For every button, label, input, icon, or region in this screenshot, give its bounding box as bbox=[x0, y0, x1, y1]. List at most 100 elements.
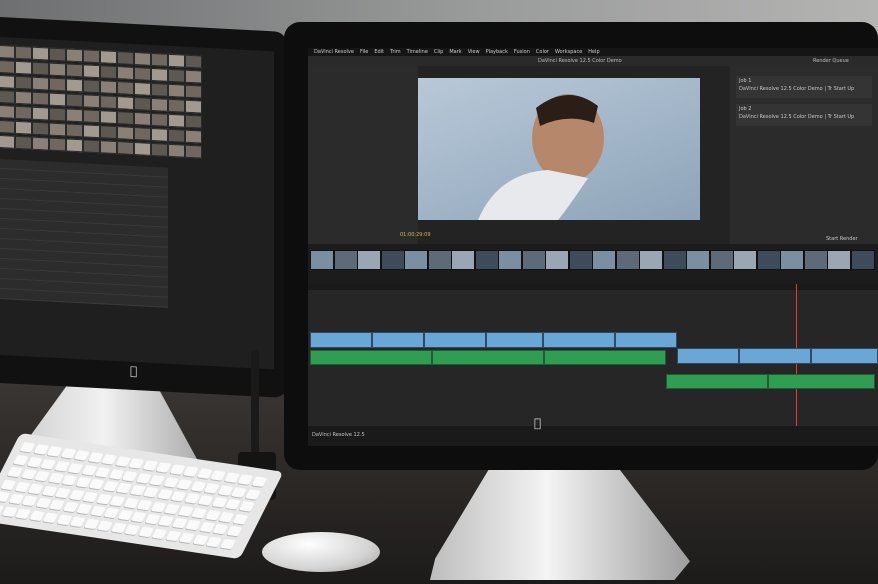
keyboard-key[interactable] bbox=[143, 486, 159, 498]
timeline-thumbnail[interactable] bbox=[686, 250, 710, 270]
audio-clip[interactable] bbox=[310, 350, 432, 365]
media-thumbnail[interactable] bbox=[15, 90, 32, 105]
keyboard-key[interactable] bbox=[109, 495, 126, 506]
keyboard-key[interactable] bbox=[232, 513, 249, 525]
timeline-thumbnail[interactable] bbox=[451, 250, 475, 270]
media-thumbnail[interactable] bbox=[66, 63, 83, 78]
keyboard-key[interactable] bbox=[73, 450, 90, 461]
keyboard-key[interactable] bbox=[76, 503, 92, 515]
media-thumbnail[interactable] bbox=[151, 97, 168, 112]
media-thumbnail[interactable] bbox=[66, 48, 83, 63]
media-thumbnail[interactable] bbox=[151, 127, 168, 142]
timeline-thumbnail[interactable] bbox=[639, 250, 663, 270]
video-clip[interactable] bbox=[310, 332, 372, 348]
timeline-thumbnail[interactable] bbox=[709, 250, 734, 270]
keyboard-key[interactable] bbox=[42, 511, 59, 523]
keyboard-key[interactable] bbox=[67, 462, 84, 474]
media-thumbnail[interactable] bbox=[0, 74, 15, 89]
keyboard-key[interactable] bbox=[251, 476, 267, 487]
keyboard-key[interactable] bbox=[197, 494, 214, 506]
menu-item[interactable]: Workspace bbox=[555, 49, 582, 55]
keyboard-key[interactable] bbox=[157, 515, 174, 527]
menu-item[interactable]: View bbox=[468, 49, 480, 55]
keyboard-key[interactable] bbox=[122, 470, 138, 482]
keyboard-key[interactable] bbox=[46, 446, 63, 457]
timeline-thumbnail[interactable] bbox=[615, 250, 640, 270]
media-thumbnail[interactable] bbox=[100, 95, 117, 110]
media-thumbnail[interactable] bbox=[168, 98, 185, 113]
video-clip[interactable] bbox=[677, 348, 739, 364]
media-thumbnail[interactable] bbox=[134, 52, 151, 66]
media-thumbnail[interactable] bbox=[66, 138, 83, 153]
keyboard-key[interactable] bbox=[191, 507, 208, 518]
keyboard-key[interactable] bbox=[69, 515, 86, 527]
media-thumbnail[interactable] bbox=[185, 129, 202, 144]
timeline-thumbnail[interactable] bbox=[545, 250, 569, 270]
render-job-1[interactable]: Job 1 DaVinci Resolve 12.5 Color Demo | … bbox=[736, 76, 872, 98]
media-thumbnail[interactable] bbox=[83, 139, 100, 154]
media-thumbnail[interactable] bbox=[117, 141, 134, 155]
media-thumbnail[interactable] bbox=[83, 124, 100, 139]
media-thumbnail[interactable] bbox=[32, 61, 49, 76]
keyboard-key[interactable] bbox=[182, 466, 199, 477]
media-thumbnail[interactable] bbox=[100, 50, 117, 65]
menu-item[interactable]: Playback bbox=[486, 49, 508, 55]
media-thumbnail[interactable] bbox=[134, 67, 151, 81]
keyboard-key[interactable] bbox=[34, 470, 50, 482]
keyboard-key[interactable] bbox=[178, 532, 195, 543]
menu-item[interactable]: Trim bbox=[390, 49, 401, 55]
keyboard-key[interactable] bbox=[151, 528, 168, 539]
media-thumbnail[interactable] bbox=[168, 128, 185, 143]
keyboard-key[interactable] bbox=[13, 454, 29, 465]
menu-item[interactable]: Color bbox=[536, 49, 549, 55]
menu-item[interactable]: Mark bbox=[449, 49, 461, 55]
media-thumbnail[interactable] bbox=[32, 136, 49, 151]
keyboard-key[interactable] bbox=[176, 478, 193, 490]
timeline-thumbnail[interactable] bbox=[498, 250, 522, 270]
menu-item[interactable]: File bbox=[360, 49, 368, 55]
media-thumbnail[interactable] bbox=[100, 110, 117, 125]
timeline-thumbnail[interactable] bbox=[333, 250, 358, 270]
menu-item[interactable]: Fusion bbox=[514, 49, 530, 55]
media-thumbnail[interactable] bbox=[49, 92, 66, 107]
timeline-thumbnail[interactable] bbox=[357, 250, 381, 270]
media-thumbnail[interactable] bbox=[185, 99, 202, 114]
audio-clip[interactable] bbox=[432, 350, 544, 365]
media-thumbnail[interactable] bbox=[100, 125, 117, 140]
menu-item[interactable]: DaVinci Resolve bbox=[314, 49, 354, 55]
keyboard-key[interactable] bbox=[164, 503, 180, 514]
media-thumbnail[interactable] bbox=[0, 134, 15, 149]
start-render-button[interactable]: Start Render bbox=[826, 236, 858, 242]
keyboard-key[interactable] bbox=[219, 538, 236, 549]
media-thumbnail[interactable] bbox=[185, 54, 202, 69]
menu-item[interactable]: Clip bbox=[434, 49, 443, 55]
media-thumbnail[interactable] bbox=[185, 84, 202, 99]
keyboard-key[interactable] bbox=[155, 462, 172, 473]
video-clip[interactable] bbox=[372, 332, 424, 348]
timeline-thumbnail[interactable] bbox=[756, 250, 781, 270]
keyboard-key[interactable] bbox=[231, 486, 247, 498]
media-thumbnail[interactable] bbox=[83, 109, 100, 124]
keyboard-key[interactable] bbox=[170, 490, 187, 502]
keyboard-key[interactable] bbox=[27, 483, 44, 494]
keyboard-key[interactable] bbox=[15, 507, 32, 519]
menu-item[interactable]: Edit bbox=[374, 49, 384, 55]
timeline-thumbnail[interactable] bbox=[404, 250, 428, 270]
media-thumbnail[interactable] bbox=[134, 112, 151, 126]
media-thumbnail[interactable] bbox=[134, 97, 151, 111]
media-thumbnail[interactable] bbox=[15, 135, 32, 150]
media-thumbnail[interactable] bbox=[185, 69, 202, 84]
keyboard-key[interactable] bbox=[206, 536, 222, 547]
timeline-thumbnail[interactable] bbox=[662, 250, 687, 270]
timeline-thumbnail[interactable] bbox=[521, 250, 546, 270]
timeline-thumbnail[interactable] bbox=[427, 250, 452, 270]
media-thumbnail[interactable] bbox=[117, 111, 134, 125]
media-thumbnail[interactable] bbox=[83, 64, 100, 79]
media-thumbnail[interactable] bbox=[15, 120, 32, 135]
keyboard-key[interactable] bbox=[88, 478, 105, 490]
timeline-thumbnail[interactable] bbox=[568, 250, 593, 270]
keyboard-key[interactable] bbox=[185, 519, 201, 531]
media-thumbnail[interactable] bbox=[49, 62, 66, 77]
timeline-thumbnail[interactable] bbox=[803, 250, 828, 270]
timeline-thumbnail[interactable] bbox=[780, 250, 804, 270]
